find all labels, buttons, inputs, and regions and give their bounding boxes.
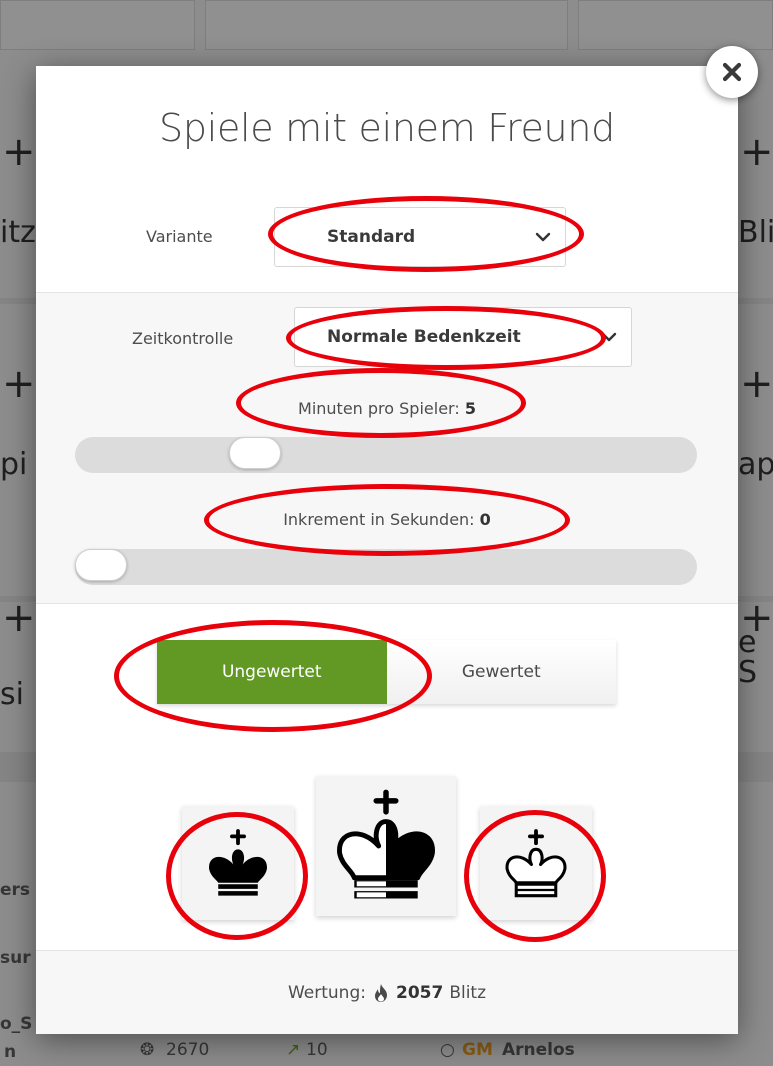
minutes-slider-track[interactable] (75, 437, 697, 473)
play-black-button[interactable] (182, 806, 294, 920)
white-king-icon (505, 829, 567, 898)
rating-type: Blitz (449, 982, 487, 1003)
increment-slider-track[interactable] (75, 549, 697, 585)
rating-label: Wertung: (287, 982, 366, 1003)
minutes-slider-handle[interactable] (228, 437, 281, 469)
variant-select[interactable]: Standard (274, 207, 566, 267)
rated-mode-toggle: Ungewertet Gewertet (157, 640, 616, 704)
play-with-friend-dialog: Spiele mit einem Freund Variante Standar… (36, 66, 738, 1034)
time-control-select[interactable]: Normale Bedenkzeit (294, 307, 632, 367)
play-white-button[interactable] (480, 806, 592, 920)
close-dialog-button[interactable] (706, 46, 758, 98)
flame-icon (374, 983, 387, 1002)
rating-value: 2057 (395, 982, 444, 1003)
increment-slider-handle[interactable] (75, 549, 127, 581)
rated-button[interactable]: Gewertet (386, 640, 616, 704)
minutes-label-text: Minuten pro Spieler: (298, 399, 460, 418)
variant-label: Variante (146, 227, 213, 246)
rating-footer: Wertung: 2057 Blitz (36, 950, 738, 1034)
time-control-select-value: Normale Bedenkzeit (327, 327, 521, 347)
play-random-button[interactable] (316, 776, 456, 916)
increment-value: 0 (479, 510, 491, 529)
variant-select-value: Standard (327, 227, 416, 247)
dialog-title: Spiele mit einem Freund (159, 106, 615, 150)
chevron-down-icon (535, 232, 551, 242)
black-king-icon (209, 829, 267, 896)
increment-label: Inkrement in Sekunden: 0 (36, 510, 738, 529)
chevron-down-icon (601, 332, 617, 342)
minutes-value: 5 (464, 399, 476, 418)
time-control-label: Zeitkontrolle (132, 329, 234, 348)
close-icon (722, 62, 742, 82)
increment-label-text: Inkrement in Sekunden: (283, 510, 475, 529)
time-control-section: Zeitkontrolle Normale Bedenkzeit Minuten… (36, 292, 738, 604)
minutes-per-player-label: Minuten pro Spieler: 5 (36, 399, 738, 418)
unrated-button[interactable]: Ungewertet (157, 640, 387, 704)
random-king-icon (337, 789, 435, 899)
